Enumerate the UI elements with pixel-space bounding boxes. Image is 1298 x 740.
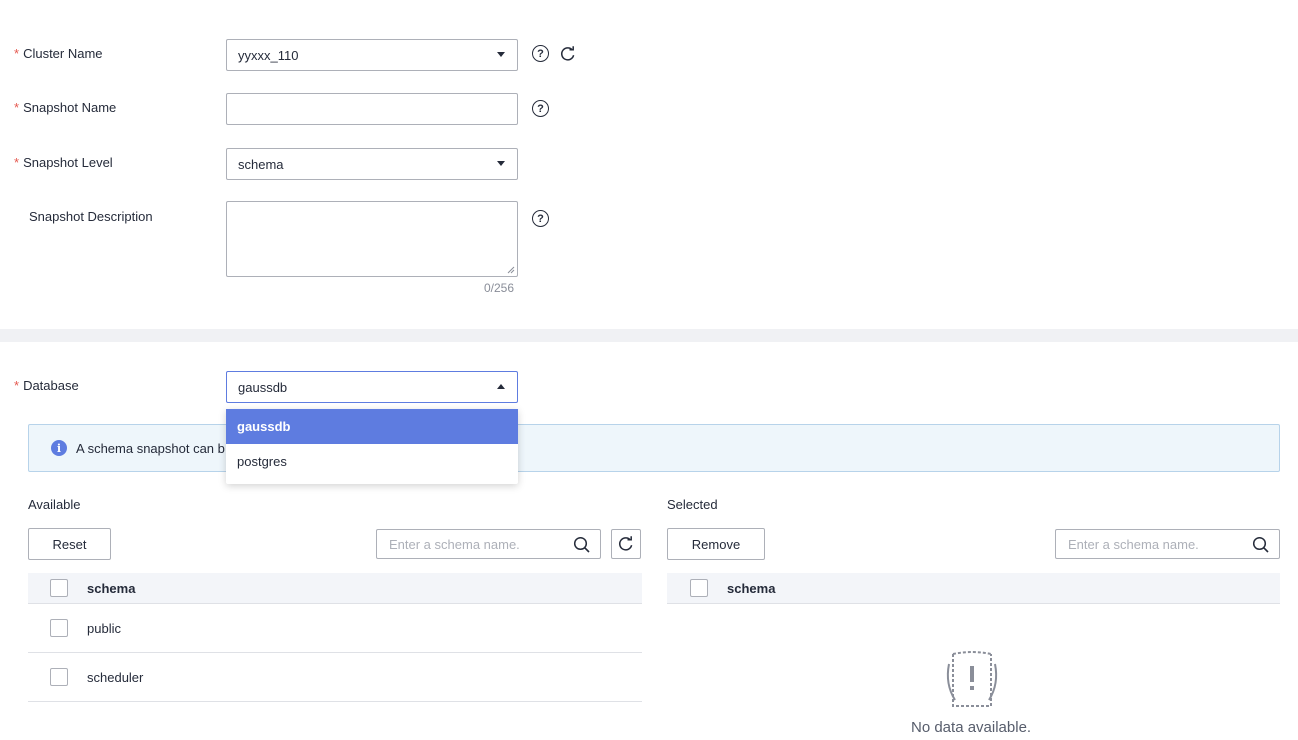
search-icon[interactable] <box>573 536 591 554</box>
resize-grip-icon[interactable] <box>507 266 515 274</box>
selected-search-box <box>1055 529 1280 559</box>
snapshot-level-select[interactable]: schema <box>226 148 518 180</box>
info-icon: i <box>51 440 67 456</box>
char-counter: 0/256 <box>484 281 515 295</box>
snapshot-name-label-text: Snapshot Name <box>23 100 117 115</box>
help-circle-icon[interactable]: ? <box>532 100 549 117</box>
row-checkbox[interactable] <box>50 668 68 686</box>
snapshot-description-textarea[interactable] <box>226 201 518 277</box>
select-all-checkbox[interactable] <box>50 579 68 597</box>
available-table-header: schema <box>28 573 642 604</box>
cluster-name-label-text: Cluster Name <box>23 46 103 61</box>
snapshot-level-value: schema <box>238 156 284 172</box>
dropdown-option-gaussdb[interactable]: gaussdb <box>226 409 518 444</box>
info-text: A schema snapshot can b <box>76 440 225 456</box>
schema-cell: public <box>87 620 121 636</box>
select-all-checkbox[interactable] <box>690 579 708 597</box>
cluster-name-value: yyxxx_110 <box>238 47 299 63</box>
snapshot-name-label: * Snapshot Name <box>14 100 116 115</box>
chevron-up-icon <box>497 384 505 389</box>
help-circle-icon[interactable]: ? <box>532 210 549 227</box>
column-header-schema: schema <box>87 580 136 596</box>
empty-state-text: No data available. <box>911 719 1032 736</box>
cluster-name-label: * Cluster Name <box>14 46 103 61</box>
chevron-down-icon <box>497 52 505 57</box>
snapshot-level-label: * Snapshot Level <box>14 155 113 170</box>
snapshot-name-input[interactable] <box>226 93 518 125</box>
row-checkbox[interactable] <box>50 619 68 637</box>
dropdown-option-postgres[interactable]: postgres <box>226 444 518 479</box>
refresh-icon[interactable] <box>559 45 577 63</box>
required-mark: * <box>14 155 20 170</box>
selected-title: Selected <box>667 497 718 512</box>
section-divider <box>0 329 1298 342</box>
table-row[interactable]: public <box>28 604 642 653</box>
table-row[interactable]: scheduler <box>28 653 642 702</box>
info-banner: i A schema snapshot can b <box>28 424 1280 472</box>
snapshot-description-label: Snapshot Description <box>29 209 153 224</box>
snapshot-level-label-text: Snapshot Level <box>23 155 113 170</box>
available-refresh-button[interactable] <box>611 529 641 559</box>
help-circle-icon[interactable]: ? <box>532 45 549 62</box>
selected-search-input[interactable] <box>1056 530 1236 558</box>
chevron-down-icon <box>497 161 505 166</box>
database-select[interactable]: gaussdb <box>226 371 518 403</box>
database-label-text: Database <box>23 378 79 393</box>
available-search-input[interactable] <box>377 530 557 558</box>
reset-button[interactable]: Reset <box>28 528 111 560</box>
required-mark: * <box>14 378 20 393</box>
required-mark: * <box>14 46 20 61</box>
column-header-schema: schema <box>727 580 776 596</box>
database-value: gaussdb <box>238 379 288 395</box>
database-label: * Database <box>14 378 79 393</box>
empty-data-icon <box>946 651 998 707</box>
available-search-box <box>376 529 601 559</box>
available-title: Available <box>28 497 81 512</box>
refresh-icon <box>619 536 633 551</box>
cluster-name-select[interactable]: yyxxx_110 <box>226 39 518 71</box>
database-dropdown: gaussdb postgres <box>226 409 518 484</box>
schema-cell: scheduler <box>87 669 144 685</box>
remove-button[interactable]: Remove <box>667 528 765 560</box>
search-icon[interactable] <box>1252 536 1270 554</box>
required-mark: * <box>14 100 20 115</box>
selected-table-header: schema <box>667 573 1280 604</box>
